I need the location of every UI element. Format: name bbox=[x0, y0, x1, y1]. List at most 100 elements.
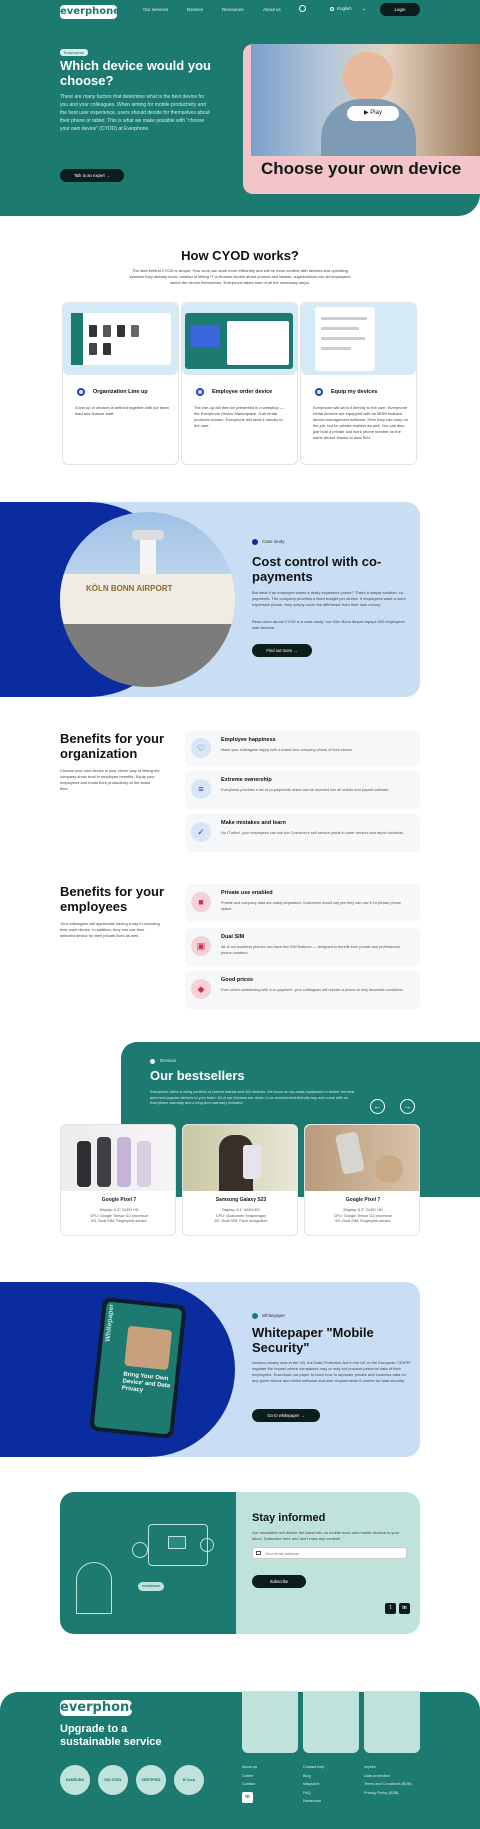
product-image bbox=[183, 1125, 297, 1191]
product-spec: 5G, Dual SIM, Fingerprint sensor bbox=[91, 1219, 147, 1223]
phone-purple bbox=[117, 1137, 131, 1187]
everphone-logo[interactable]: everphone bbox=[60, 5, 120, 19]
footer-tile bbox=[242, 1691, 298, 1753]
search-icon[interactable] bbox=[299, 5, 306, 12]
setup-line bbox=[321, 327, 359, 330]
step-2-title: Employee order device bbox=[212, 389, 273, 395]
footer-link[interactable]: Imprint bbox=[364, 1763, 411, 1772]
footer-link[interactable]: About us bbox=[242, 1763, 257, 1772]
step-card-3: Equip my devices Everphone will send it … bbox=[300, 302, 417, 465]
linkedin-icon[interactable]: in bbox=[399, 1603, 410, 1614]
step-card-1: Organization Line up A line-up of device… bbox=[62, 302, 179, 465]
prev-arrow-button[interactable]: ← bbox=[370, 1099, 385, 1114]
table-object bbox=[375, 1155, 403, 1183]
marketplace-dialog bbox=[227, 321, 289, 365]
subscribe-button[interactable]: Subscribe bbox=[252, 1575, 306, 1588]
mail-icon bbox=[168, 1536, 186, 1549]
video-title: Choose your own device bbox=[261, 156, 480, 182]
login-button[interactable]: Login bbox=[380, 3, 420, 16]
nav-about-us[interactable]: About us bbox=[263, 7, 281, 12]
next-arrow-button[interactable]: → bbox=[400, 1099, 415, 1114]
footer-column-1: About us Career Contact bbox=[242, 1763, 257, 1789]
benefits-emp-body: Your colleagues will appreciate having a… bbox=[60, 921, 160, 938]
globe-icon bbox=[330, 7, 334, 11]
footer-link[interactable]: FAQ bbox=[303, 1789, 324, 1798]
step-3-text: Everphone will send it directly to the u… bbox=[313, 405, 408, 440]
step-1-screenshot bbox=[63, 303, 178, 375]
footer-logo[interactable]: everphone bbox=[60, 1700, 138, 1716]
product-card[interactable]: Google Pixel 7 Display: 6.3" OLED HD CPU… bbox=[60, 1124, 176, 1236]
benefits-emp-title: Benefits for your employees bbox=[60, 884, 165, 914]
cover-photo bbox=[124, 1325, 173, 1371]
benefits-org-title: Benefits for your organization bbox=[60, 731, 165, 761]
bestsellers-title: Our bestsellers bbox=[150, 1068, 245, 1083]
find-out-more-button[interactable]: Find out more → bbox=[252, 644, 312, 657]
bcorp-badge: B Corp bbox=[174, 1765, 204, 1795]
footer-link[interactable]: Data protection bbox=[364, 1772, 411, 1781]
email-input[interactable] bbox=[252, 1547, 407, 1559]
phone-thumb bbox=[103, 325, 111, 337]
case-study-tag: Case study bbox=[262, 539, 285, 544]
sim-icon: ▣ bbox=[191, 936, 211, 956]
step-3-title: Equip my devices bbox=[331, 389, 378, 395]
hero-video[interactable]: Choose your own device ▶ Play bbox=[243, 44, 480, 194]
footer-link[interactable]: Career bbox=[242, 1772, 257, 1781]
footer-link[interactable]: Contact bbox=[242, 1780, 257, 1789]
language-selector[interactable]: English bbox=[337, 6, 352, 11]
footer-link[interactable]: Magazine bbox=[303, 1780, 324, 1789]
tablet-screen: Bring Your Own Device' and Data Privacy … bbox=[93, 1301, 183, 1435]
whitepaper-body: Various privacy acts in the US, the Data… bbox=[252, 1360, 412, 1383]
phone-thumb bbox=[117, 325, 125, 337]
benefit-title: Dual SIM bbox=[221, 934, 245, 940]
airport-sign: KÖLN BONN AIRPORT bbox=[86, 584, 173, 593]
samsung-badge: SAMSUNG bbox=[60, 1765, 90, 1795]
step-2-dot bbox=[196, 388, 204, 396]
talk-to-expert-button[interactable]: Talk to an expert → bbox=[60, 169, 124, 182]
shop-window bbox=[71, 313, 171, 365]
how-title: How CYOD works? bbox=[181, 248, 299, 263]
nav-devices[interactable]: Devices bbox=[187, 7, 203, 12]
setup-line bbox=[321, 337, 365, 340]
case-study-body-2: Read more about CYOD in a case study: ou… bbox=[252, 619, 405, 630]
tower-top bbox=[132, 530, 164, 540]
product-card[interactable]: Google Pixel 7 Display: 6.3" OLED HD CPU… bbox=[304, 1124, 420, 1236]
step-2-screenshot bbox=[182, 303, 297, 375]
airport-image: KÖLN BONN AIRPORT bbox=[60, 512, 235, 687]
benefit-title: Make mistakes and learn bbox=[221, 820, 286, 826]
hero-tag: Employees bbox=[60, 49, 88, 56]
phone-thumb bbox=[131, 325, 139, 337]
list-icon: ≡ bbox=[191, 779, 211, 799]
shop-sidebar bbox=[71, 313, 83, 365]
benefit-good-prices: ◆ Good prices Even when contributing wit… bbox=[185, 971, 420, 1009]
footer-link[interactable]: Terms and Conditions (B2B) bbox=[364, 1780, 411, 1789]
nav-resources[interactable]: Resources bbox=[222, 7, 244, 12]
step-1-dot bbox=[77, 388, 85, 396]
product-card[interactable]: Samsung Galaxy S23 Display: 6.1" AMOLED … bbox=[182, 1124, 298, 1236]
footer-link[interactable]: Contact help bbox=[303, 1763, 324, 1772]
footer-linkedin-icon[interactable]: in bbox=[242, 1792, 253, 1803]
tablet-image: Bring Your Own Device' and Data Privacy … bbox=[89, 1296, 187, 1440]
footer-link[interactable]: Newsroom bbox=[303, 1797, 324, 1806]
case-study-dot bbox=[252, 539, 258, 545]
step-3-dot bbox=[315, 388, 323, 396]
benefit-text: Even when contributing with a co-payment… bbox=[221, 988, 404, 992]
phone-black bbox=[77, 1141, 91, 1187]
briefcase-icon: ■ bbox=[191, 892, 211, 912]
twitter-icon[interactable]: t bbox=[385, 1603, 396, 1614]
nav-our-services[interactable]: Our services bbox=[143, 7, 168, 12]
setup-line bbox=[321, 317, 367, 320]
footer-tile bbox=[303, 1691, 359, 1753]
marketplace-banner bbox=[190, 325, 220, 347]
play-button[interactable]: ▶ Play bbox=[347, 106, 399, 121]
footer-link[interactable]: Blog bbox=[303, 1772, 324, 1781]
benefit-text: No IT effort, your employees can use the… bbox=[221, 831, 404, 835]
illustration-logo: everphone bbox=[138, 1582, 164, 1591]
go-to-whitepaper-button[interactable]: Go to whitepaper → bbox=[252, 1409, 320, 1422]
benefit-title: Employee happiness bbox=[221, 737, 276, 743]
phone-thumb bbox=[103, 343, 111, 355]
footer-link[interactable]: Privacy Policy (B2B) bbox=[364, 1789, 411, 1798]
product-spec: 5G, Dual SIM, Fingerprint sensor bbox=[335, 1219, 391, 1223]
person-illustration bbox=[76, 1562, 112, 1614]
phone-lilac bbox=[137, 1141, 151, 1187]
setup-line bbox=[321, 347, 351, 350]
